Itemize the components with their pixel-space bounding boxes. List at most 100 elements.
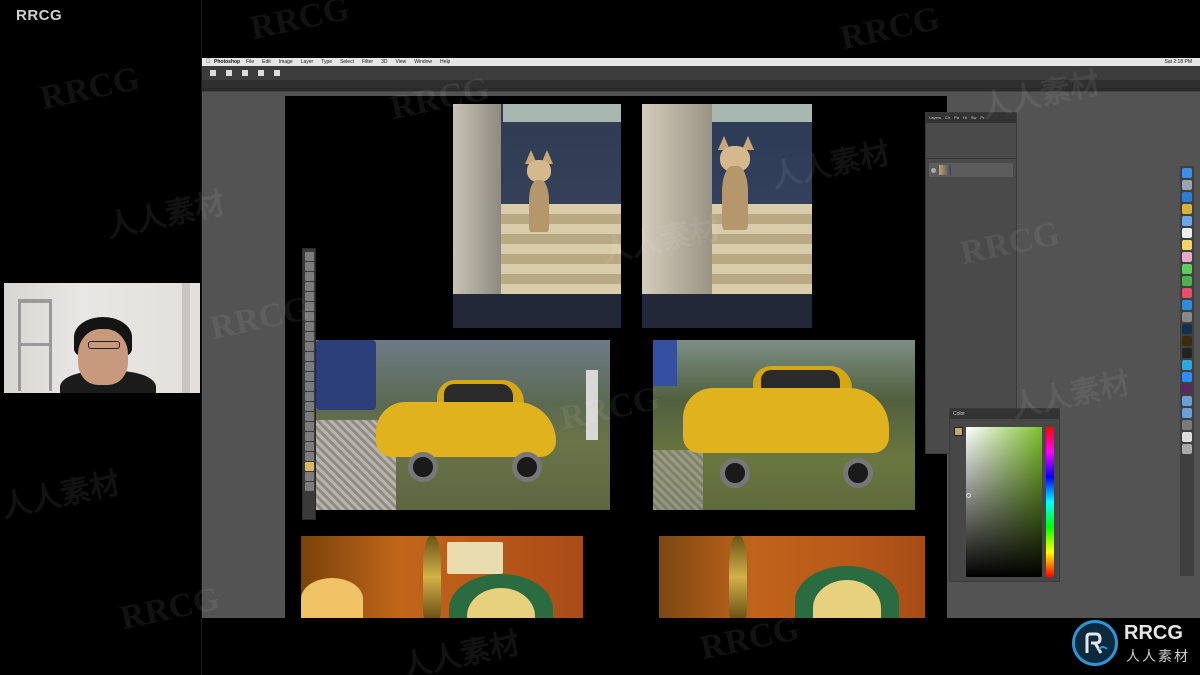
menu-edit[interactable]: Edit <box>262 59 271 65</box>
document-tab-strip[interactable] <box>202 80 1200 88</box>
doraemon-face <box>467 588 535 618</box>
layer-row[interactable] <box>929 163 1013 177</box>
tab-layers[interactable]: Layers <box>929 115 941 121</box>
document-canvas[interactable] <box>285 96 947 618</box>
tab-channels[interactable]: Ch <box>945 115 950 121</box>
menu-help[interactable]: Help <box>440 59 450 65</box>
crop-tool-icon[interactable] <box>304 292 314 301</box>
mail-icon[interactable] <box>1182 216 1192 226</box>
photoshop-icon[interactable] <box>1182 324 1192 334</box>
type-tool-icon[interactable] <box>304 402 314 411</box>
lasso-tool-icon[interactable] <box>304 272 314 281</box>
brush-preset-picker[interactable] <box>226 70 232 76</box>
eraser-tool-icon[interactable] <box>304 352 314 361</box>
pen-tool-icon[interactable] <box>304 392 314 401</box>
menu-file[interactable]: File <box>246 59 254 65</box>
dodge-tool-icon[interactable] <box>304 382 314 391</box>
logo-mark-icon <box>1072 620 1118 666</box>
trash-icon[interactable] <box>1182 444 1192 454</box>
color-picker-cursor[interactable] <box>966 493 971 498</box>
folder-icon[interactable] <box>1182 396 1192 406</box>
photo-car-original <box>316 340 610 510</box>
menu-window[interactable]: Window <box>414 59 432 65</box>
tab-swatches[interactable]: Sw <box>971 115 977 121</box>
tab-paths[interactable]: Pa <box>954 115 959 121</box>
blur-tool-icon[interactable] <box>304 372 314 381</box>
messages-icon[interactable] <box>1182 264 1192 274</box>
photos-icon[interactable] <box>1182 252 1192 262</box>
shape-tool-icon[interactable] <box>304 422 314 431</box>
skype-icon[interactable] <box>1182 360 1192 370</box>
tool-preset-picker[interactable] <box>210 70 216 76</box>
calendar-icon[interactable] <box>1182 228 1192 238</box>
photo-car-painted <box>653 340 915 510</box>
blue-car-shape <box>653 340 677 386</box>
apple-icon[interactable]:  <box>202 59 214 65</box>
menu-filter[interactable]: Filter <box>362 59 373 65</box>
zoom-tool-icon[interactable] <box>304 442 314 451</box>
tab-history[interactable]: Hi <box>963 115 967 121</box>
menu-layer[interactable]: Layer <box>301 59 314 65</box>
menu-type[interactable]: Type <box>321 59 332 65</box>
edit-toolbar-icon[interactable] <box>304 452 314 461</box>
facetime-icon[interactable] <box>1182 276 1192 286</box>
zoom-icon[interactable] <box>1182 372 1192 382</box>
foreground-color-swatch[interactable] <box>304 462 314 471</box>
layers-panel: Layers Ch Pa Hi Sw Pr <box>925 112 1017 454</box>
menubar-status: Sat 2:18 PM <box>1164 59 1200 65</box>
opacity-field[interactable] <box>258 70 264 76</box>
app-store-icon[interactable] <box>1182 300 1192 310</box>
menu-3d[interactable]: 3D <box>381 59 387 65</box>
downloads-icon[interactable] <box>1182 420 1192 430</box>
flow-field[interactable] <box>274 70 280 76</box>
car-wheel <box>408 452 439 482</box>
safari-icon[interactable] <box>1182 192 1192 202</box>
photoshop-window:  Photoshop File Edit Image Layer Type S… <box>202 58 1200 618</box>
healing-tool-icon[interactable] <box>304 312 314 321</box>
history-brush-tool-icon[interactable] <box>304 342 314 351</box>
person-icon <box>78 329 128 385</box>
menu-select[interactable]: Select <box>340 59 354 65</box>
launchpad-icon[interactable] <box>1182 180 1192 190</box>
menu-image[interactable]: Image <box>279 59 293 65</box>
finder-icon[interactable] <box>1182 168 1192 178</box>
watermark-text: 人人素材 <box>398 626 523 675</box>
mac-dock <box>1180 166 1194 576</box>
notes-icon[interactable] <box>1182 240 1192 250</box>
window-strip <box>712 104 812 122</box>
eye-icon[interactable] <box>931 167 936 173</box>
app-menu-photoshop[interactable]: Photoshop <box>214 59 240 65</box>
layers-filter-controls[interactable] <box>926 123 1016 159</box>
glasses-icon <box>88 341 120 349</box>
hue-slider[interactable] <box>1046 427 1054 577</box>
brush-tool-icon[interactable] <box>304 322 314 331</box>
document-icon[interactable] <box>1182 432 1192 442</box>
preferences-icon[interactable] <box>1182 312 1192 322</box>
photo-room-painted <box>659 536 925 618</box>
path-select-tool-icon[interactable] <box>304 412 314 421</box>
tab-properties[interactable]: Pr <box>980 115 984 121</box>
menu-view[interactable]: View <box>396 59 407 65</box>
music-icon[interactable] <box>1182 288 1192 298</box>
hand-tool-icon[interactable] <box>304 432 314 441</box>
mode-dropdown[interactable] <box>242 70 248 76</box>
quick-mask-icon[interactable] <box>304 472 314 481</box>
eyedropper-tool-icon[interactable] <box>304 302 314 311</box>
quick-select-tool-icon[interactable] <box>304 282 314 291</box>
layer-thumbnail <box>939 165 951 175</box>
screen-mode-icon[interactable] <box>304 482 314 491</box>
color-swatch-current[interactable] <box>954 427 963 436</box>
photo-dog-original <box>453 104 621 328</box>
terminal-icon[interactable] <box>1182 348 1192 358</box>
chrome-icon[interactable] <box>1182 204 1192 214</box>
illustrator-icon[interactable] <box>1182 336 1192 346</box>
color-picker-field[interactable] <box>966 427 1042 577</box>
move-tool-icon[interactable] <box>304 252 314 261</box>
marquee-tool-icon[interactable] <box>304 262 314 271</box>
gradient-tool-icon[interactable] <box>304 362 314 371</box>
dog-figure <box>714 136 758 236</box>
webcam-column: RRCG <box>0 0 202 675</box>
folder-icon[interactable] <box>1182 408 1192 418</box>
clone-stamp-tool-icon[interactable] <box>304 332 314 341</box>
slack-icon[interactable] <box>1182 384 1192 394</box>
